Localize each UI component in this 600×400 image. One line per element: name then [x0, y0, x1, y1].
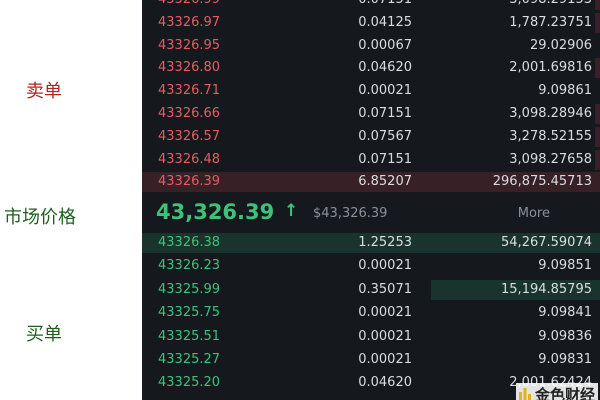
bid-order-row[interactable]: 43326.38 1.25253 54,267.59074 — [142, 232, 600, 254]
order-total: 3,098.28946 — [509, 106, 592, 121]
last-price: 43,326.39 — [156, 200, 275, 224]
order-amount: 0.07151 — [358, 151, 412, 167]
buy-orders-label: 买单 — [26, 324, 62, 345]
bid-order-row[interactable]: 43325.75 0.00021 9.09841 — [142, 302, 600, 324]
order-price: 43326.48 — [158, 151, 221, 167]
order-total: 3,098.27658 — [509, 151, 592, 167]
ask-order-row[interactable]: 43326.97 0.04125 1,787.23751 — [142, 12, 600, 34]
order-total: 3,278.52155 — [509, 128, 592, 144]
order-amount: 0.04620 — [358, 60, 412, 76]
ask-order-row[interactable]: 43326.95 0.00067 29.02906 — [142, 35, 600, 57]
order-total: 9.09831 — [538, 352, 592, 367]
watermark: 金色财经 — [515, 383, 598, 400]
order-total: 9.09841 — [538, 305, 592, 321]
ask-order-row[interactable]: 43326.57 0.07567 3,278.52155 — [142, 126, 600, 148]
ask-order-row[interactable]: 43326.66 0.07151 3,098.28946 — [142, 103, 600, 125]
bid-order-row[interactable]: 43325.27 0.00021 9.09831 — [142, 349, 600, 371]
order-total: 54,267.59074 — [501, 235, 592, 250]
depth-bar — [595, 58, 600, 79]
market-price-label: 市场价格 — [4, 207, 76, 228]
order-total: 9.09836 — [538, 328, 592, 344]
screenshot: 卖单 市场价格 买单 43326.990.071513,098.29153433… — [0, 0, 600, 400]
order-amount: 0.04125 — [358, 14, 412, 30]
order-total: 3,098.29153 — [509, 0, 592, 7]
order-price: 43326.38 — [158, 235, 221, 250]
order-total: 2,001.69816 — [509, 60, 592, 76]
order-price: 43325.20 — [158, 375, 221, 391]
order-price: 43325.27 — [158, 352, 221, 367]
order-price: 43326.57 — [158, 128, 221, 144]
order-price: 43325.75 — [158, 305, 221, 321]
ask-order-row[interactable]: 43326.39 6.85207 296,875.45713 — [142, 171, 600, 193]
order-amount: 0.00021 — [358, 258, 412, 274]
order-amount: 6.85207 — [358, 174, 412, 190]
order-total: 296,875.45713 — [492, 174, 592, 190]
watermark-text: 金色财经 — [534, 385, 595, 400]
order-price: 43325.99 — [158, 281, 221, 297]
watermark-logo-icon — [518, 388, 531, 400]
order-price: 43326.95 — [158, 37, 221, 53]
depth-bar — [595, 104, 600, 124]
order-amount: 0.00021 — [358, 352, 412, 367]
order-total: 29.02906 — [529, 37, 592, 53]
depth-bar — [595, 126, 600, 147]
ask-order-row[interactable]: 43326.80 0.04620 2,001.69816 — [142, 57, 600, 79]
depth-bar — [595, 0, 600, 10]
order-price: 43326.66 — [158, 106, 221, 121]
order-amount: 0.35071 — [358, 281, 412, 297]
order-total: 1,787.23751 — [509, 14, 592, 30]
order-amount: 0.07151 — [358, 0, 412, 7]
ask-order-row[interactable]: 43326.48 0.07151 3,098.27658 — [142, 149, 600, 171]
order-price: 43326.80 — [158, 60, 221, 76]
order-amount: 0.04620 — [358, 375, 412, 391]
order-total: 15,194.85795 — [501, 281, 592, 297]
order-amount: 0.00021 — [358, 83, 412, 99]
ask-order-row[interactable]: 43326.71 0.00021 9.09861 — [142, 80, 600, 102]
order-amount: 0.00067 — [358, 37, 412, 53]
bid-order-row[interactable]: 43325.51 0.00021 9.09836 — [142, 326, 600, 348]
order-price: 43326.23 — [158, 258, 221, 274]
order-amount: 0.07567 — [358, 128, 412, 144]
bid-order-row[interactable]: 43325.99 0.35071 15,194.85795 — [142, 279, 600, 301]
depth-bar — [595, 149, 600, 170]
sell-orders-label: 卖单 — [26, 81, 62, 102]
order-price: 43325.51 — [158, 328, 221, 344]
order-amount: 0.00021 — [358, 305, 412, 321]
order-price: 43326.99 — [158, 0, 220, 7]
bid-order-row[interactable]: 43326.23 0.00021 9.09851 — [142, 255, 600, 277]
order-total: 9.09861 — [538, 83, 592, 99]
order-amount: 0.07151 — [358, 106, 412, 121]
order-book: 43326.99 0.07151 3,098.29153 43326.97 0.0412… — [142, 0, 600, 400]
order-price: 43326.71 — [158, 83, 221, 99]
order-amount: 1.25253 — [358, 235, 412, 250]
depth-bar — [595, 12, 600, 33]
order-amount: 0.00021 — [358, 328, 412, 344]
usd-equivalent: $43,326.39 — [313, 206, 388, 221]
order-price: 43326.39 — [158, 174, 221, 190]
order-total: 9.09851 — [538, 258, 592, 274]
more-button[interactable]: More — [518, 206, 550, 221]
ask-order-row[interactable]: 43326.99 0.07151 3,098.29153 — [142, 0, 600, 11]
price-up-arrow-icon: ↑ — [284, 201, 299, 221]
order-price: 43326.97 — [158, 14, 221, 30]
mid-price-row: 43,326.39 ↑ $43,326.39 More — [142, 196, 600, 232]
